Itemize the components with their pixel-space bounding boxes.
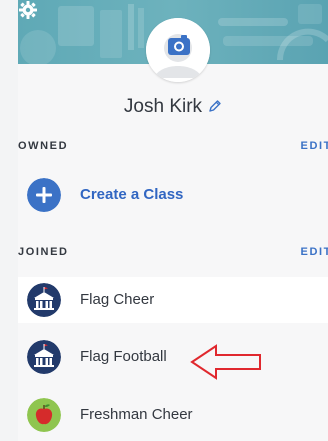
class-row-flag-football[interactable]: Flag Football <box>18 334 328 380</box>
edit-pencil-icon[interactable] <box>208 99 222 113</box>
class-row-flag-cheer[interactable]: Flag Cheer <box>18 277 328 323</box>
joined-edit-button[interactable]: EDIT <box>301 246 328 258</box>
apple-icon <box>27 398 61 432</box>
joined-section-title: JOINED <box>18 246 69 258</box>
app-frame: Josh Kirk OWNED EDIT Create a Class JOIN… <box>0 0 328 441</box>
profile-name-row: Josh Kirk <box>18 96 328 118</box>
class-label-flag-cheer: Flag Cheer <box>80 291 155 308</box>
joined-section-header: JOINED EDIT <box>18 246 328 266</box>
owned-section-header: OWNED EDIT <box>18 140 328 160</box>
owned-edit-button[interactable]: EDIT <box>301 140 328 152</box>
class-label-flag-football: Flag Football <box>80 348 167 365</box>
create-class-label: Create a Class <box>80 186 184 203</box>
class-row-freshman-cheer[interactable]: Freshman Cheer <box>18 392 328 438</box>
class-label-freshman-cheer: Freshman Cheer <box>80 406 193 423</box>
settings-gear-icon[interactable] <box>18 0 38 20</box>
profile-name: Josh Kirk <box>123 96 203 117</box>
create-class-row[interactable]: Create a Class <box>0 172 328 218</box>
school-building-icon <box>27 340 61 374</box>
red-annotation-arrow-icon <box>190 344 261 380</box>
add-circle-icon <box>27 178 61 212</box>
owned-section-title: OWNED <box>18 140 69 152</box>
camera-icon[interactable] <box>168 35 190 55</box>
school-building-icon <box>27 283 61 317</box>
